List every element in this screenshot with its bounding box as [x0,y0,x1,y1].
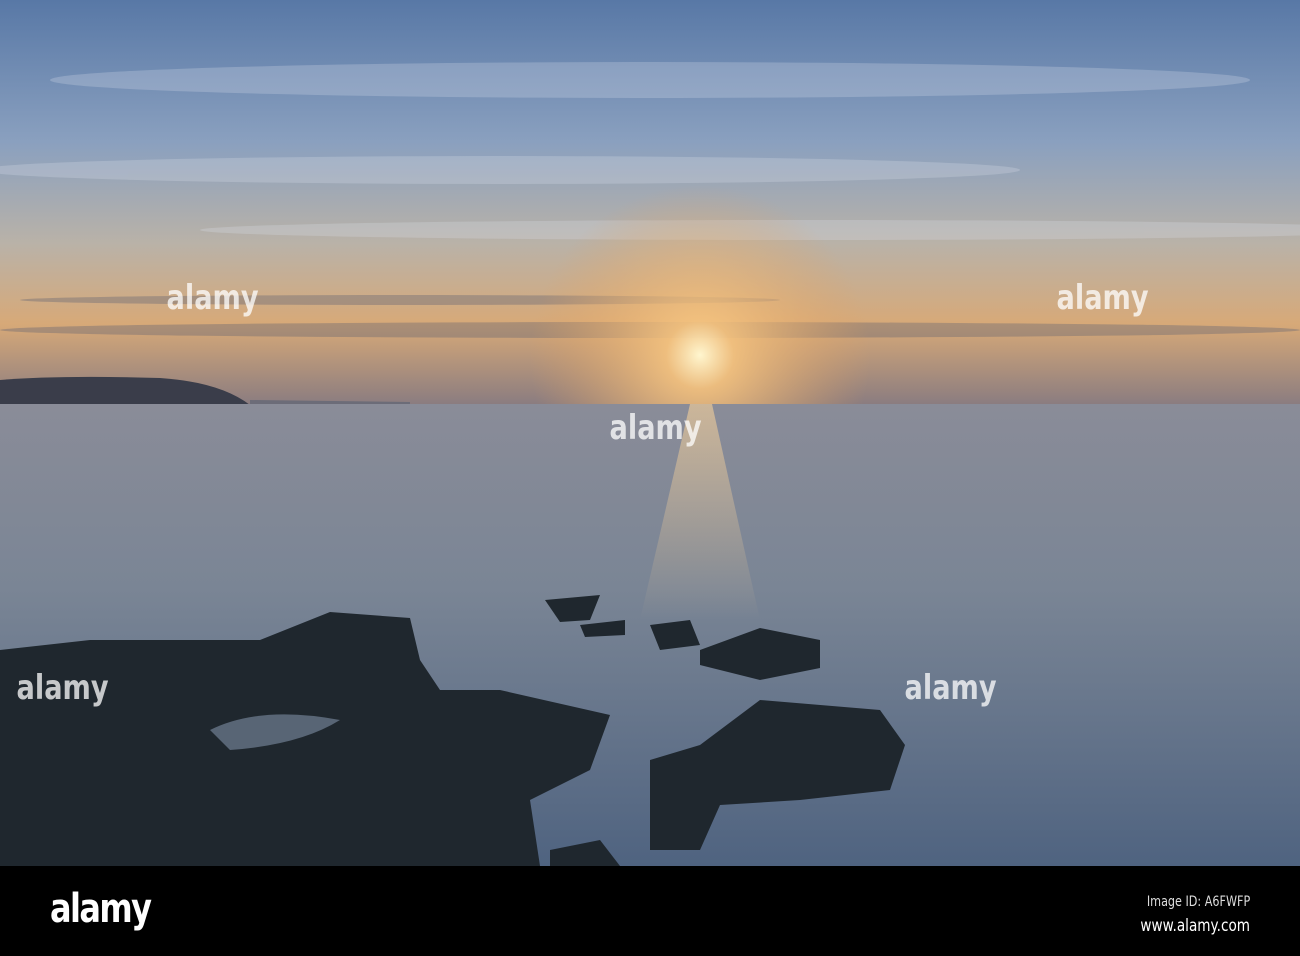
watermark: alamy [609,408,702,448]
watermark: alamy [166,278,259,318]
watermark: alamy [1056,278,1149,318]
watermark: alamy [904,668,997,708]
watermark: alamy [16,668,109,708]
image-id: Image ID: A6FWFP [1146,894,1250,910]
stock-photo: alamy alamy alamy alamy alamy alamy Imag… [0,0,1300,956]
alamy-logo: alamy [50,886,152,932]
footer-bar: alamy Image ID: A6FWFP www.alamy.com [0,866,1300,956]
website-url: www.alamy.com [1140,916,1250,936]
